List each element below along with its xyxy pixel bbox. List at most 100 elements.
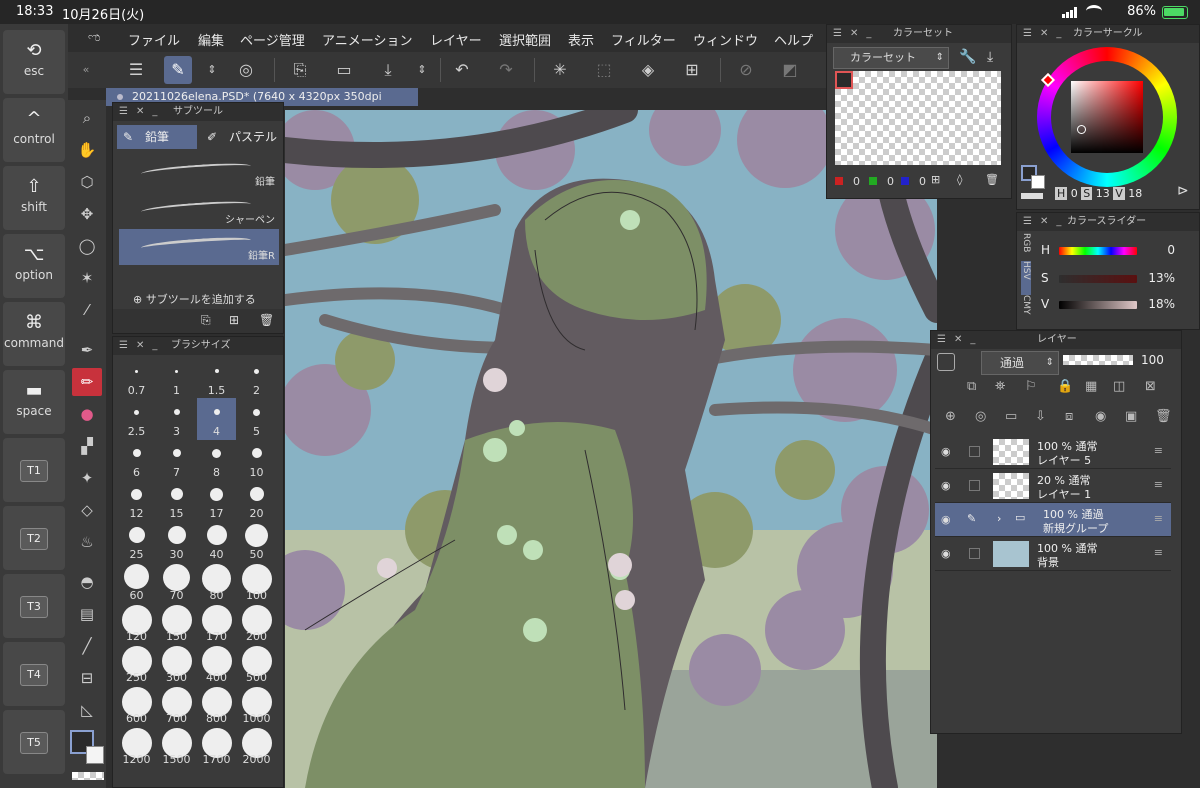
t2-key[interactable]: T2 bbox=[3, 506, 65, 570]
hue-ring[interactable] bbox=[1037, 47, 1177, 187]
colorset-select[interactable]: カラーセット ⇕ bbox=[833, 47, 949, 69]
panel-menu-icon[interactable]: ☰ bbox=[937, 334, 946, 345]
lock-transparent-icon[interactable]: ▦ bbox=[1085, 379, 1097, 394]
drag-handle-icon[interactable]: ≡ bbox=[1154, 444, 1163, 457]
brush-size-option[interactable]: 1200 bbox=[117, 726, 156, 768]
brush-size-option[interactable]: 250 bbox=[117, 644, 156, 686]
layer-color-icon[interactable] bbox=[937, 353, 955, 371]
tab-pastel[interactable]: ✐ パステル bbox=[201, 125, 281, 149]
object-select-icon[interactable]: ⬡ bbox=[72, 168, 102, 196]
fill-icon[interactable]: ◈ bbox=[634, 56, 662, 84]
opacity-slider[interactable] bbox=[1063, 355, 1133, 365]
drag-handle-icon[interactable]: ≡ bbox=[1154, 478, 1163, 491]
brush-size-option[interactable]: 100 bbox=[237, 562, 276, 604]
decoration-icon[interactable]: ✦ bbox=[72, 464, 102, 492]
brush-item-pencil-r[interactable]: 鉛筆R bbox=[119, 229, 279, 265]
mask-icon[interactable]: ◫ bbox=[1113, 379, 1125, 394]
blend-mode-select[interactable]: 通過 ⇕ bbox=[981, 351, 1059, 375]
add-subtool-button[interactable]: ⊕ サブツールを追加する bbox=[133, 291, 256, 307]
layer-row[interactable]: ◉ 20 % 通常 レイヤー 1 ≡ bbox=[935, 469, 1171, 503]
brush-icon[interactable]: ● bbox=[72, 400, 102, 428]
tab-cmy[interactable]: CMY bbox=[1021, 295, 1031, 323]
brush-size-option[interactable]: 170 bbox=[197, 603, 236, 645]
visibility-eye-icon[interactable]: ◉ bbox=[941, 479, 951, 492]
brush-size-option[interactable]: 10 bbox=[237, 439, 276, 481]
menu-filter[interactable]: フィルター bbox=[611, 30, 676, 49]
transparent-color-swatch[interactable] bbox=[72, 772, 104, 780]
undo-icon[interactable]: ↶ bbox=[448, 56, 476, 84]
brush-size-option[interactable]: 50 bbox=[237, 521, 276, 563]
fill-bucket-icon[interactable]: ◓ bbox=[72, 568, 102, 596]
value-slider[interactable] bbox=[1059, 301, 1137, 309]
close-icon[interactable]: ✕ bbox=[136, 106, 144, 117]
sub-color-swatch[interactable] bbox=[1031, 175, 1045, 189]
minimize-icon[interactable]: _ bbox=[152, 106, 157, 117]
pencil-icon[interactable]: ✏ bbox=[72, 368, 102, 396]
panel-menu-icon[interactable]: ☰ bbox=[1023, 216, 1032, 227]
brush-item-pencil[interactable]: 鉛筆 bbox=[119, 155, 279, 191]
menu-page[interactable]: ページ管理 bbox=[240, 30, 305, 49]
minimize-icon[interactable]: _ bbox=[1056, 28, 1061, 39]
sv-picker[interactable] bbox=[1077, 125, 1086, 134]
new-raster-layer-icon[interactable]: ⊕ bbox=[945, 409, 956, 424]
brush-size-option[interactable]: 6 bbox=[117, 439, 156, 481]
tab-pencil[interactable]: ✎ 鉛筆 bbox=[117, 125, 197, 149]
duplicate-icon[interactable]: ⊞ bbox=[229, 313, 239, 327]
brush-size-option[interactable]: 5 bbox=[237, 398, 276, 440]
mask-off-icon[interactable]: ⊠ bbox=[1145, 379, 1156, 394]
layer-row[interactable]: ◉ 100 % 通常 背景 ≡ bbox=[935, 537, 1171, 571]
minimize-icon[interactable]: _ bbox=[970, 334, 975, 345]
tab-rgb[interactable]: RGB bbox=[1021, 233, 1031, 261]
command-key[interactable]: ⌘ command bbox=[3, 302, 65, 366]
panel-menu-icon[interactable]: ☰ bbox=[1023, 28, 1032, 39]
hand-icon[interactable]: ✋ bbox=[72, 136, 102, 164]
menu-window[interactable]: ウィンドウ bbox=[693, 30, 758, 49]
menu-view[interactable]: 表示 bbox=[568, 30, 594, 49]
app-logo-icon[interactable]: ಌ bbox=[88, 30, 100, 45]
brush-size-option[interactable]: 30 bbox=[157, 521, 196, 563]
deselect-icon[interactable]: ⊘ bbox=[732, 56, 760, 84]
trash-icon[interactable]: 🗑 bbox=[985, 173, 999, 186]
loading-spinner-icon[interactable]: ✳ bbox=[546, 56, 574, 84]
transfer-down-icon[interactable]: ⇩ bbox=[1035, 409, 1046, 424]
brush-size-option[interactable]: 4 bbox=[197, 398, 236, 440]
transform-icon[interactable]: ⊞ bbox=[678, 56, 706, 84]
menu-file[interactable]: ファイル bbox=[128, 30, 180, 49]
brush-size-option[interactable]: 12 bbox=[117, 480, 156, 522]
open-folder-icon[interactable]: ▭ bbox=[330, 56, 358, 84]
saturation-value-square[interactable] bbox=[1071, 81, 1143, 153]
apply-mask-icon[interactable]: ▣ bbox=[1125, 409, 1137, 424]
move-icon[interactable]: ✥ bbox=[72, 200, 102, 228]
option-key[interactable]: ⌥ option bbox=[3, 234, 65, 298]
brush-size-option[interactable]: 70 bbox=[157, 562, 196, 604]
brush-size-option[interactable]: 25 bbox=[117, 521, 156, 563]
hue-picker[interactable] bbox=[1040, 72, 1056, 88]
color-swatch-grid[interactable] bbox=[835, 71, 1001, 165]
space-key[interactable]: ▬ space bbox=[3, 370, 65, 434]
brush-size-option[interactable]: 1700 bbox=[197, 726, 236, 768]
ruler-icon[interactable]: ◺ bbox=[72, 696, 102, 724]
lock-icon[interactable]: 🔒 bbox=[1057, 379, 1073, 394]
expand-chevron-icon[interactable]: › bbox=[997, 512, 1001, 525]
collapse-icon[interactable]: « bbox=[72, 56, 100, 84]
close-icon[interactable]: ✕ bbox=[850, 28, 858, 39]
layer-row[interactable]: ◉ 100 % 通常 レイヤー 5 ≡ bbox=[935, 435, 1171, 469]
new-vector-layer-icon[interactable]: ◎ bbox=[975, 409, 986, 424]
draft-icon[interactable]: ⚐ bbox=[1025, 379, 1037, 394]
saturation-slider[interactable] bbox=[1059, 275, 1137, 283]
brush-size-option[interactable]: 700 bbox=[157, 685, 196, 727]
save-icon[interactable]: ⤓ bbox=[374, 56, 402, 84]
brush-size-option[interactable]: 1 bbox=[157, 357, 196, 399]
line-icon[interactable]: ╱ bbox=[72, 632, 102, 660]
menu-layer[interactable]: レイヤー bbox=[430, 30, 482, 49]
tab-hsv[interactable]: HSV bbox=[1021, 261, 1031, 295]
esc-key[interactable]: ⟲ esc bbox=[3, 30, 65, 94]
brush-size-option[interactable]: 800 bbox=[197, 685, 236, 727]
brush-size-option[interactable]: 0.7 bbox=[117, 357, 156, 399]
brush-size-option[interactable]: 400 bbox=[197, 644, 236, 686]
blend-icon[interactable]: ♨ bbox=[72, 528, 102, 556]
drag-handle-icon[interactable]: ≡ bbox=[1154, 546, 1163, 559]
eyedropper-icon[interactable]: ⁄ bbox=[72, 296, 102, 324]
menu-selection[interactable]: 選択範囲 bbox=[499, 30, 551, 49]
t3-key[interactable]: T3 bbox=[3, 574, 65, 638]
